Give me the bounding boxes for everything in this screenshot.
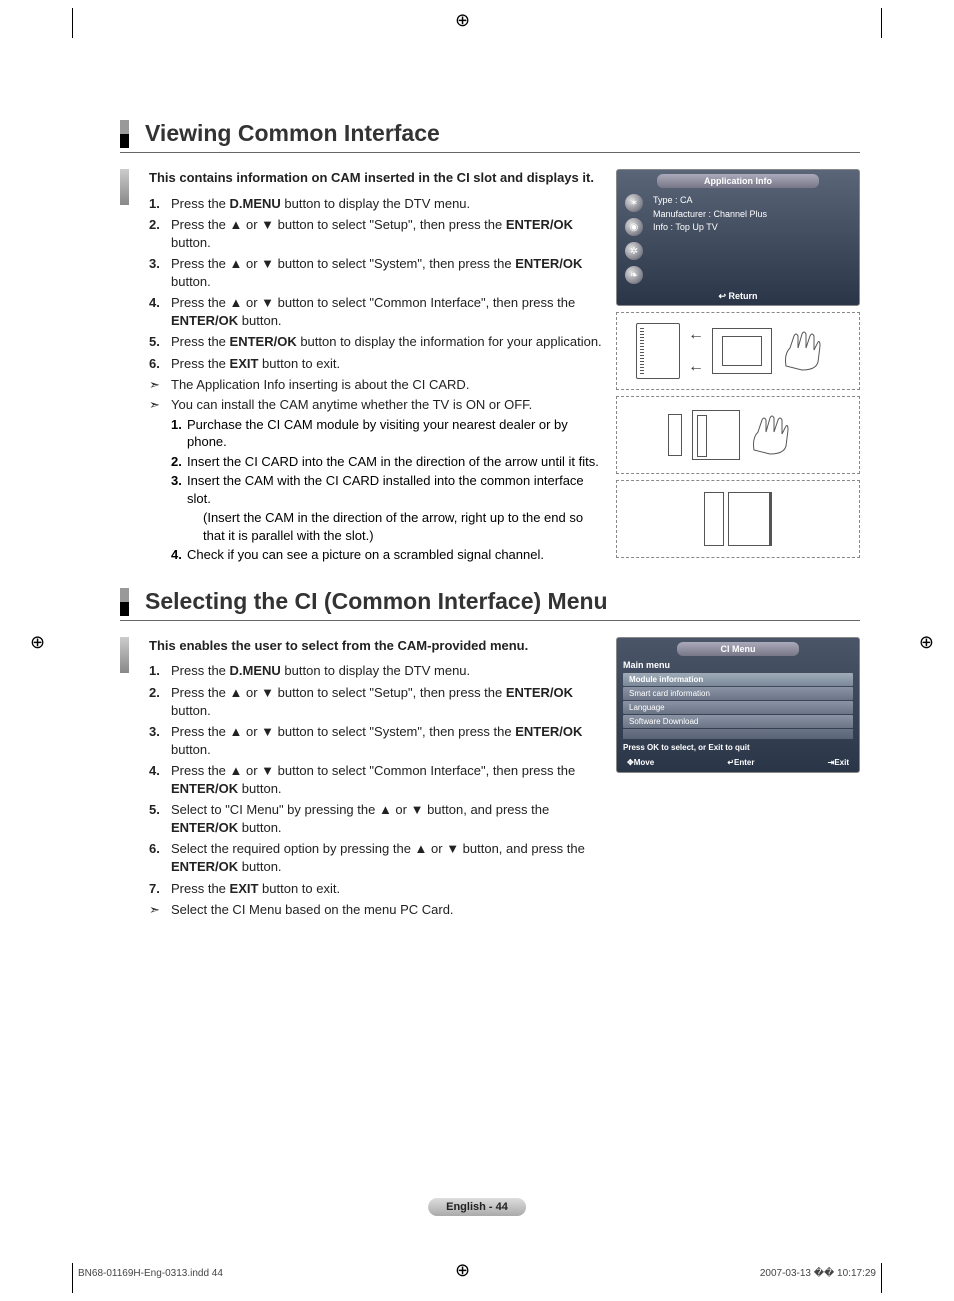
crop-mark	[881, 8, 882, 38]
hand-icon	[780, 326, 840, 376]
tv-info-line: Type : CA	[653, 194, 767, 208]
intro-text: This enables the user to select from the…	[149, 637, 604, 655]
tv-info-line: Info : Top Up TV	[653, 221, 767, 235]
crop-mark	[72, 1263, 73, 1293]
step-item: 6.Press the EXIT button to exit.	[149, 355, 604, 373]
step-item: 6.Select the required option by pressing…	[149, 840, 604, 875]
instruction-text: This contains information on CAM inserte…	[149, 169, 604, 566]
cam-insert-diagram-2	[616, 396, 860, 474]
ci-menu-item: Module information	[623, 673, 853, 686]
footer-filename: BN68-01169H-Eng-0313.indd 44	[78, 1268, 223, 1279]
substep-extra: (Insert the CAM in the direction of the …	[171, 509, 604, 544]
ci-header: CI Menu	[677, 642, 799, 656]
ci-menu-item: Language	[623, 701, 853, 714]
ci-menu-item: Smart card information	[623, 687, 853, 700]
accent-bar-icon	[120, 637, 129, 673]
step-item: 3.Press the ▲ or ▼ button to select "Sys…	[149, 723, 604, 758]
hand-icon	[748, 410, 808, 460]
substep-item: 3.Insert the CAM with the CI CARD instal…	[171, 472, 604, 507]
registration-mark-right: ⊕	[919, 632, 934, 653]
step-item: 2.Press the ▲ or ▼ button to select "Set…	[149, 684, 604, 719]
note-arrow-icon: ➣	[149, 396, 171, 414]
step-item: 3.Press the ▲ or ▼ button to select "Sys…	[149, 255, 604, 290]
note-item: ➣You can install the CAM anytime whether…	[149, 396, 604, 414]
step-item: 7.Press the EXIT button to exit.	[149, 880, 604, 898]
cam-insert-diagram-3	[616, 480, 860, 558]
step-item: 4.Press the ▲ or ▼ button to select "Com…	[149, 294, 604, 329]
ci-menu-screenshot: CI Menu Main menu Module informationSmar…	[616, 637, 860, 773]
note-item: ➣The Application Info inserting is about…	[149, 376, 604, 394]
instruction-text: This enables the user to select from the…	[149, 637, 604, 921]
manual-page: ⊕ ⊕ ⊕ ⊕ Viewing Common Interface This co…	[0, 0, 954, 1301]
substep-item: 1.Purchase the CI CAM module by visiting…	[171, 416, 604, 451]
step-item: 4.Press the ▲ or ▼ button to select "Com…	[149, 762, 604, 797]
footer-timestamp: 2007-03-13 �� 10:17:29	[760, 1268, 876, 1279]
substep-item: 2.Insert the CI CARD into the CAM in the…	[171, 453, 604, 471]
crop-mark	[881, 1263, 882, 1293]
section-title: Viewing Common Interface	[145, 120, 440, 148]
substep-item: 4. Check if you can see a picture on a s…	[171, 546, 604, 564]
ci-enter-label: ↵Enter	[727, 758, 754, 767]
tv-header: Application Info	[657, 174, 819, 188]
cam-insert-diagram-1: ←←	[616, 312, 860, 390]
page-number-label: English - 44	[428, 1198, 526, 1216]
step-item: 2.Press the ▲ or ▼ button to select "Set…	[149, 216, 604, 251]
registration-mark-top: ⊕	[455, 10, 470, 31]
note-arrow-icon: ➣	[149, 376, 171, 394]
note-arrow-icon: ➣	[149, 901, 171, 919]
gear-icon: ✲	[625, 242, 643, 260]
ci-menu-item: Software Download	[623, 715, 853, 728]
step-item: 5.Press the ENTER/OK button to display t…	[149, 333, 604, 351]
registration-mark-bottom: ⊕	[455, 1260, 470, 1281]
drop-icon: ◉	[625, 218, 643, 236]
step-item: 1.Press the D.MENU button to display the…	[149, 662, 604, 680]
step-item: 5.Select to "CI Menu" by pressing the ▲ …	[149, 801, 604, 836]
tv-app-info-screenshot: Application Info ✶ ◉ ✲ ❧ Type : CA Manuf…	[616, 169, 860, 306]
ci-exit-label: ⇥Exit	[828, 758, 849, 767]
ci-main-label: Main menu	[617, 658, 859, 672]
tv-return-label: ↩ Return	[617, 288, 859, 305]
globe-icon: ✶	[625, 194, 643, 212]
accent-bar-icon	[120, 588, 129, 616]
arrow-left-icon: ←	[688, 358, 704, 376]
ci-move-label: ✥Move	[627, 758, 654, 767]
accent-bar-icon	[120, 120, 129, 148]
accent-bar-icon	[120, 169, 129, 205]
crop-mark	[72, 8, 73, 38]
arrow-left-icon: ←	[688, 326, 704, 344]
registration-mark-left: ⊕	[30, 632, 45, 653]
section-heading: Selecting the CI (Common Interface) Menu	[120, 588, 860, 621]
intro-text: This contains information on CAM inserte…	[149, 169, 604, 187]
leaf-icon: ❧	[625, 266, 643, 284]
tv-info-line: Manufacturer : Channel Plus	[653, 208, 767, 222]
note-item: ➣Select the CI Menu based on the menu PC…	[149, 901, 604, 919]
section-heading: Viewing Common Interface	[120, 120, 860, 153]
step-item: 1.Press the D.MENU button to display the…	[149, 195, 604, 213]
section-title: Selecting the CI (Common Interface) Menu	[145, 588, 608, 616]
ci-hint: Press OK to select, or Exit to quit	[617, 740, 859, 755]
